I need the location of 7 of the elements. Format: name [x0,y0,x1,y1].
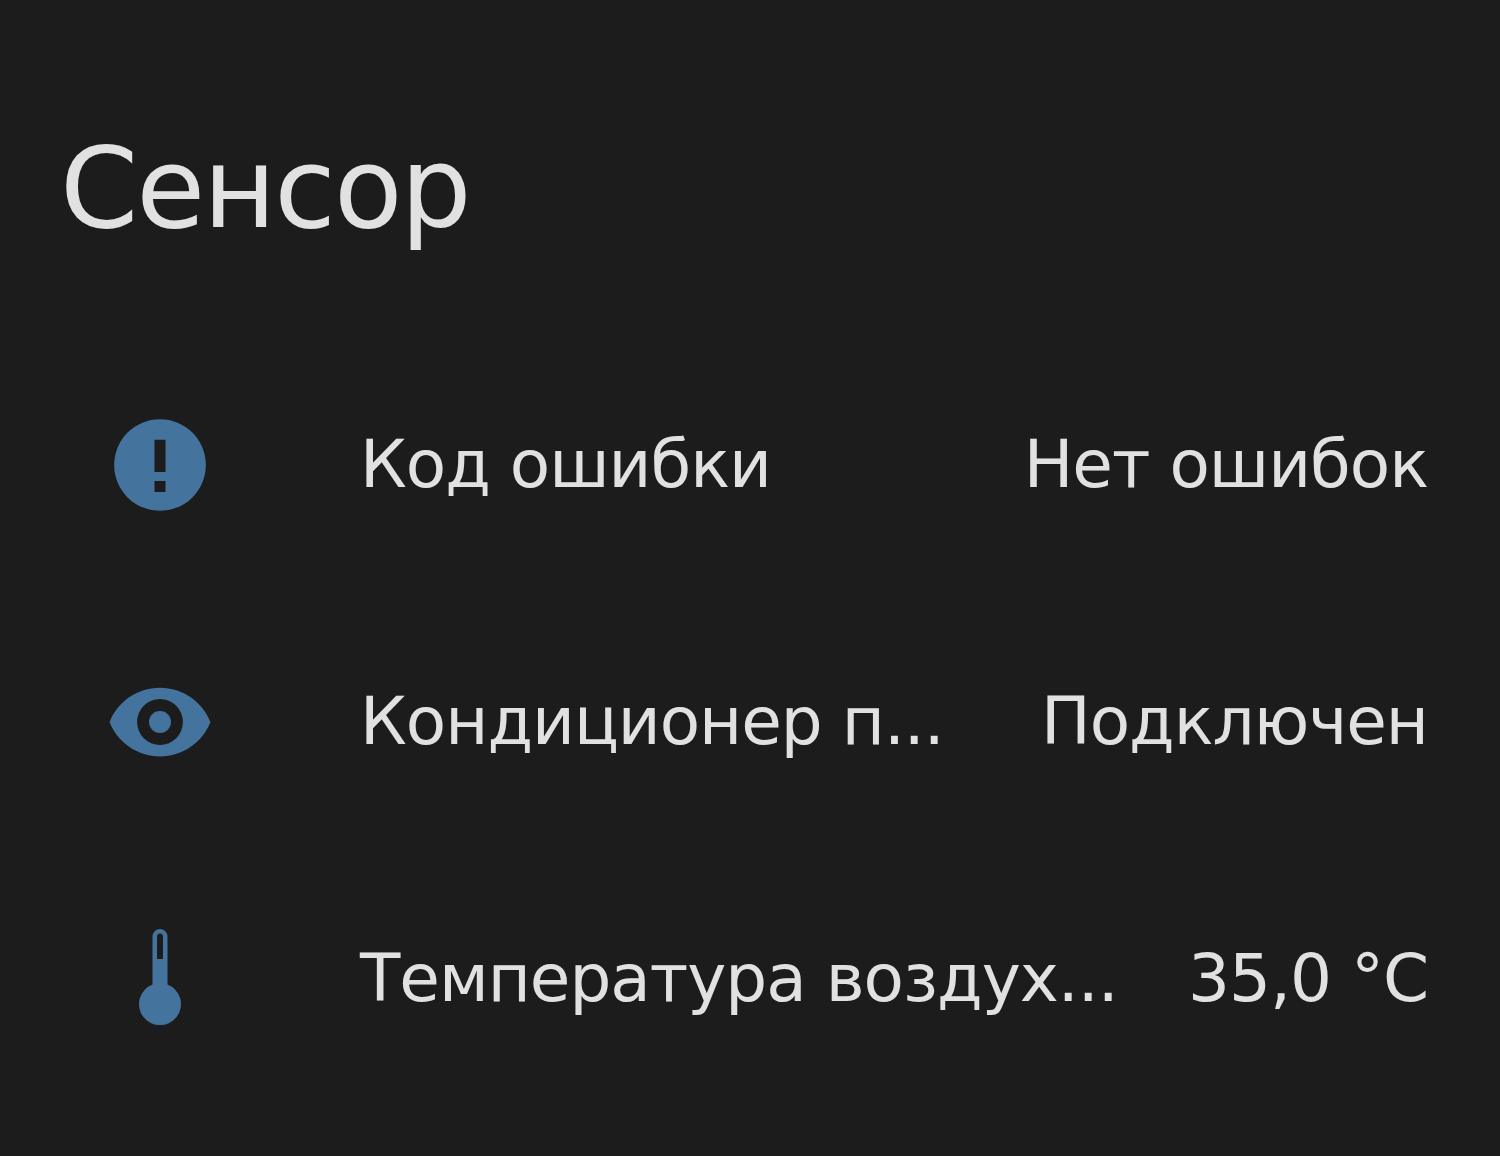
entity-state: 35,0 °C [1187,940,1428,1017]
entity-name[interactable]: Код ошибки [225,426,1024,503]
card-title: Сенсор [60,122,471,255]
entity-name[interactable]: Кондиционер п... [225,683,1041,760]
entity-state: Подключен [1041,683,1428,760]
entity-name[interactable]: Температура воздух... [225,940,1188,1017]
entity-state: Нет ошибок [1023,426,1428,503]
